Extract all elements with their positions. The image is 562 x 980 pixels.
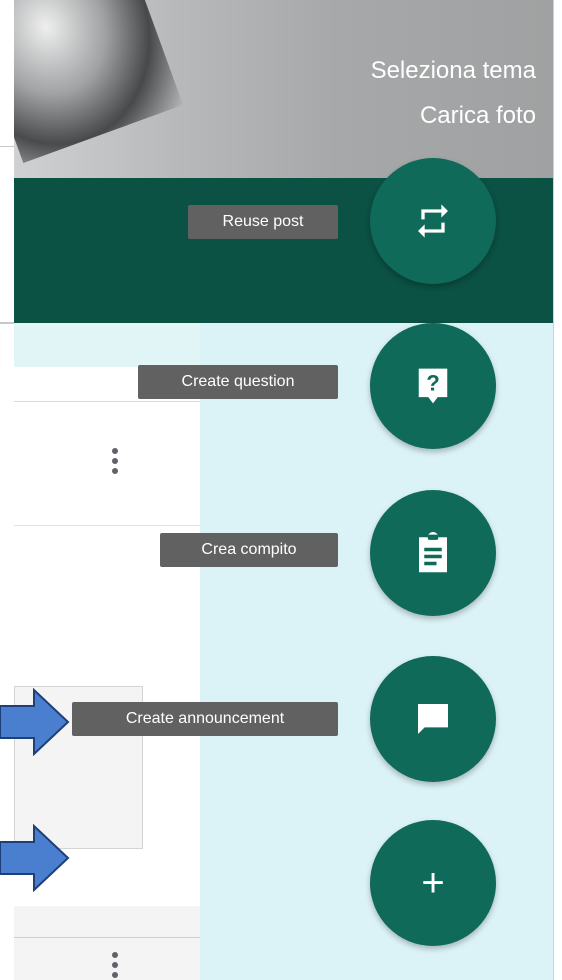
reuse-post-tooltip: Reuse post <box>188 205 338 239</box>
divider <box>0 146 14 147</box>
select-theme-link[interactable]: Seleziona tema <box>371 57 536 85</box>
plus-icon: + <box>421 861 445 905</box>
scrollbar-track[interactable] <box>553 0 562 980</box>
class-header-banner <box>14 0 553 178</box>
assignment-icon <box>419 532 447 573</box>
create-assignment-tooltip: Crea compito <box>160 533 338 567</box>
create-announcement-button[interactable] <box>370 656 496 782</box>
header-photo <box>14 0 184 164</box>
repeat-icon <box>418 204 448 238</box>
divider <box>14 937 200 938</box>
create-question-tooltip: Create question <box>138 365 338 399</box>
stream-card <box>14 906 200 980</box>
divider <box>14 525 200 526</box>
upload-photo-link[interactable]: Carica foto <box>420 102 536 130</box>
question-icon: ? <box>418 368 448 404</box>
add-button[interactable]: + <box>370 820 496 946</box>
annotation-arrow-icon <box>0 688 70 756</box>
create-assignment-button[interactable] <box>370 490 496 616</box>
divider <box>0 322 14 324</box>
divider <box>14 401 200 402</box>
annotation-arrow-icon <box>0 824 70 892</box>
create-question-button[interactable]: ? <box>370 323 496 449</box>
more-vert-icon[interactable] <box>112 448 118 474</box>
svg-text:?: ? <box>426 371 440 396</box>
create-announcement-tooltip: Create announcement <box>72 702 338 736</box>
more-vert-icon[interactable] <box>112 952 118 978</box>
reuse-post-button[interactable] <box>370 158 496 284</box>
chat-icon <box>418 704 448 734</box>
